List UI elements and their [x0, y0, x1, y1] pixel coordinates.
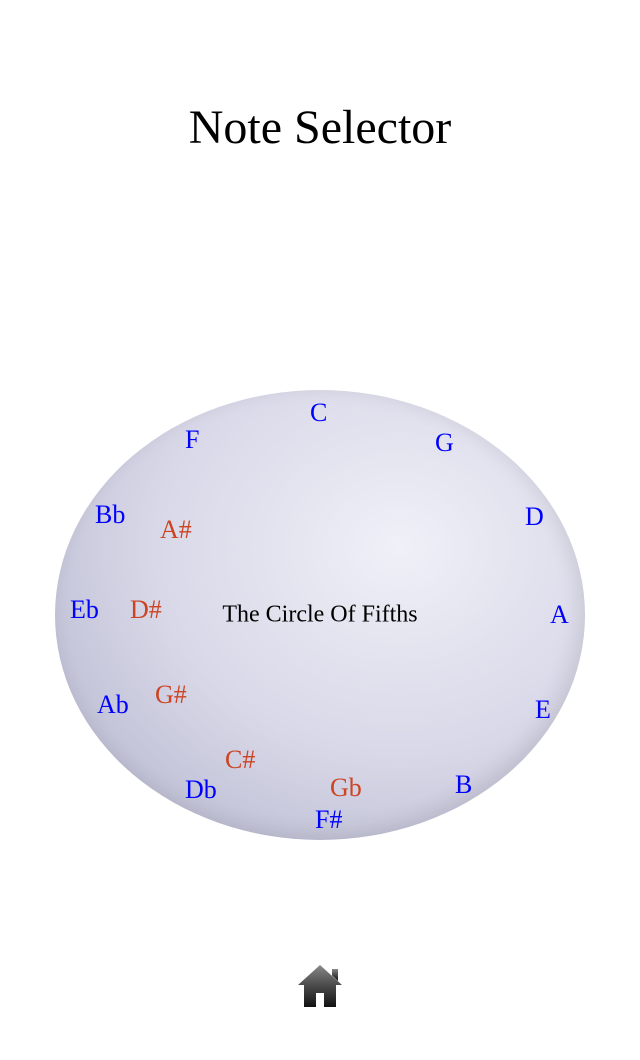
page-title: Note Selector [0, 100, 640, 155]
note-dsharp[interactable]: D# [130, 595, 162, 625]
circle-center-label: The Circle Of Fifths [222, 602, 417, 629]
note-gb[interactable]: Gb [330, 773, 362, 803]
note-asharp[interactable]: A# [160, 515, 192, 545]
note-bb[interactable]: Bb [95, 500, 125, 530]
note-ab[interactable]: Ab [97, 690, 129, 720]
circle-background: The Circle Of Fifths C G D A E B F# Db A… [55, 390, 585, 840]
note-d[interactable]: D [525, 502, 544, 532]
note-e[interactable]: E [535, 695, 551, 725]
home-button[interactable] [292, 959, 348, 1020]
note-g[interactable]: G [435, 428, 454, 458]
note-csharp[interactable]: C# [225, 745, 255, 775]
note-eb[interactable]: Eb [70, 595, 99, 625]
note-a[interactable]: A [550, 600, 569, 630]
note-b[interactable]: B [455, 770, 472, 800]
home-icon [292, 959, 348, 1015]
note-db[interactable]: Db [185, 775, 217, 805]
note-fsharp[interactable]: F# [315, 805, 342, 835]
circle-of-fifths: The Circle Of Fifths C G D A E B F# Db A… [55, 390, 585, 840]
note-f[interactable]: F [185, 425, 199, 455]
note-c[interactable]: C [310, 398, 327, 428]
note-gsharp[interactable]: G# [155, 680, 187, 710]
